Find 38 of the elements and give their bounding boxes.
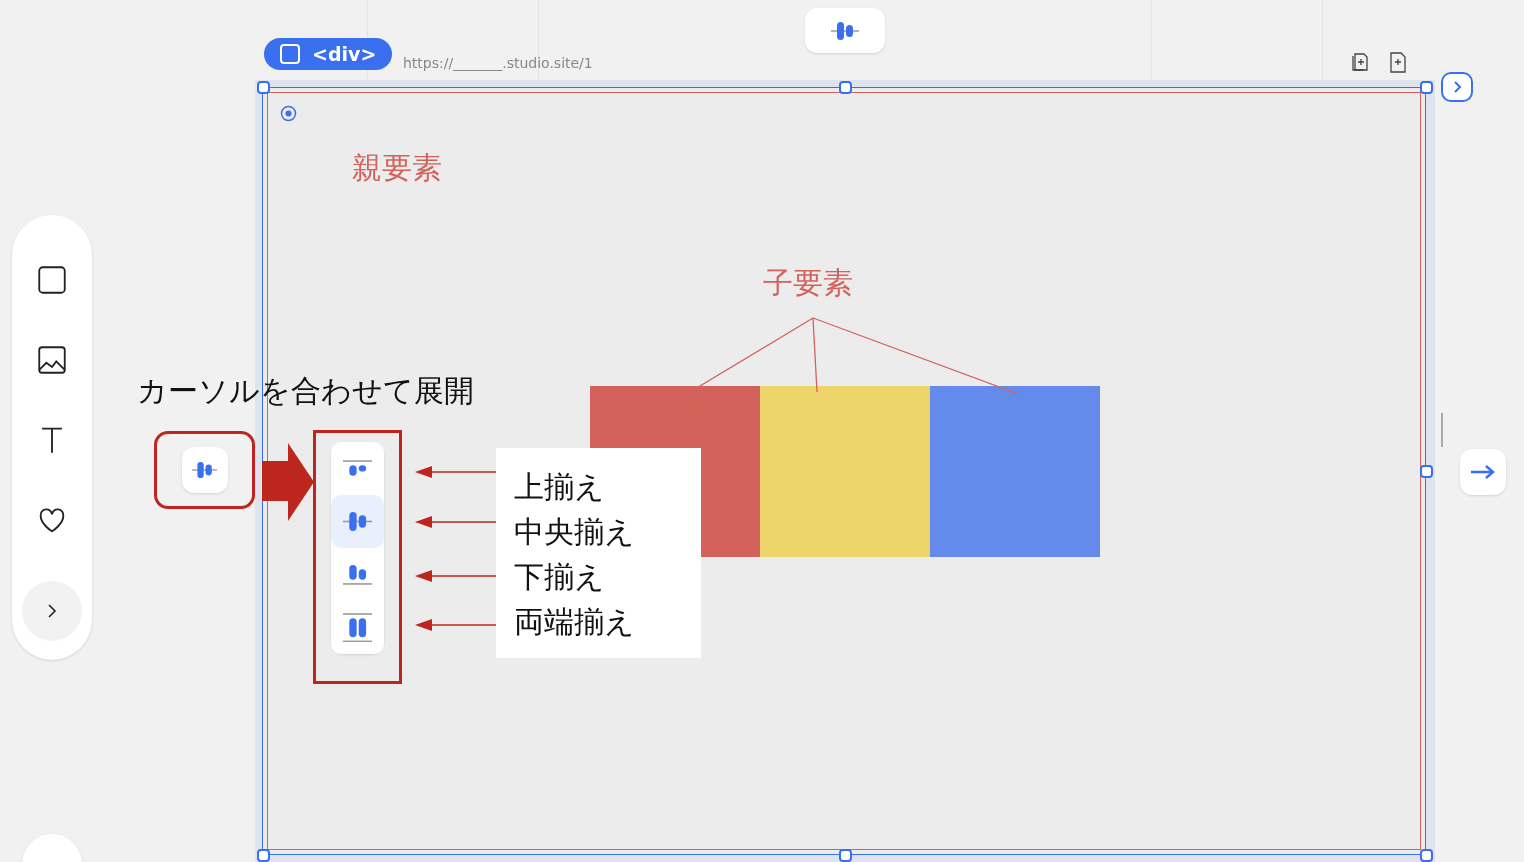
align-icon [342, 460, 373, 477]
duplicate-page-icon[interactable] [1350, 51, 1370, 73]
align-icon [831, 20, 859, 41]
element-badge[interactable]: <div> [264, 38, 393, 70]
next-button[interactable] [1441, 72, 1473, 102]
align-button[interactable] [181, 447, 228, 493]
align-icon [342, 511, 373, 532]
image-icon [35, 343, 69, 377]
target-icon [280, 105, 297, 122]
square-icon [280, 44, 300, 64]
align-icon [342, 564, 373, 585]
resize-handle[interactable] [839, 849, 852, 862]
resize-handle[interactable] [839, 81, 852, 94]
align-button[interactable] [805, 8, 885, 53]
element-tag: <div> [312, 39, 377, 69]
chevron-right-icon [47, 603, 57, 619]
resize-handle[interactable] [257, 849, 270, 862]
tool-button[interactable] [35, 343, 69, 377]
chevron-right-icon [1451, 80, 1463, 94]
align-label: 中央揃え [514, 513, 636, 551]
resize-handle[interactable] [1420, 465, 1433, 478]
child-label: 子要素 [763, 264, 853, 302]
right-arrow-button[interactable] [1460, 449, 1506, 495]
resize-handle[interactable] [257, 81, 270, 94]
align-label: 下揃え [514, 558, 606, 596]
align-label: 上揃え [514, 468, 606, 506]
align-icon [191, 461, 218, 479]
tool-button[interactable] [35, 263, 69, 297]
resize-handle[interactable] [1420, 849, 1433, 862]
parent-label: 親要素 [352, 149, 442, 187]
arrow-right-icon [1470, 464, 1496, 480]
add-page-icon[interactable] [1388, 51, 1408, 73]
resize-handle[interactable] [1420, 81, 1433, 94]
align-icon [342, 612, 373, 643]
square-icon [35, 263, 69, 297]
page-url: https://_______.studio.site/1 [403, 54, 593, 73]
align-option[interactable] [331, 495, 384, 548]
align-label: 両端揃え [514, 603, 636, 641]
